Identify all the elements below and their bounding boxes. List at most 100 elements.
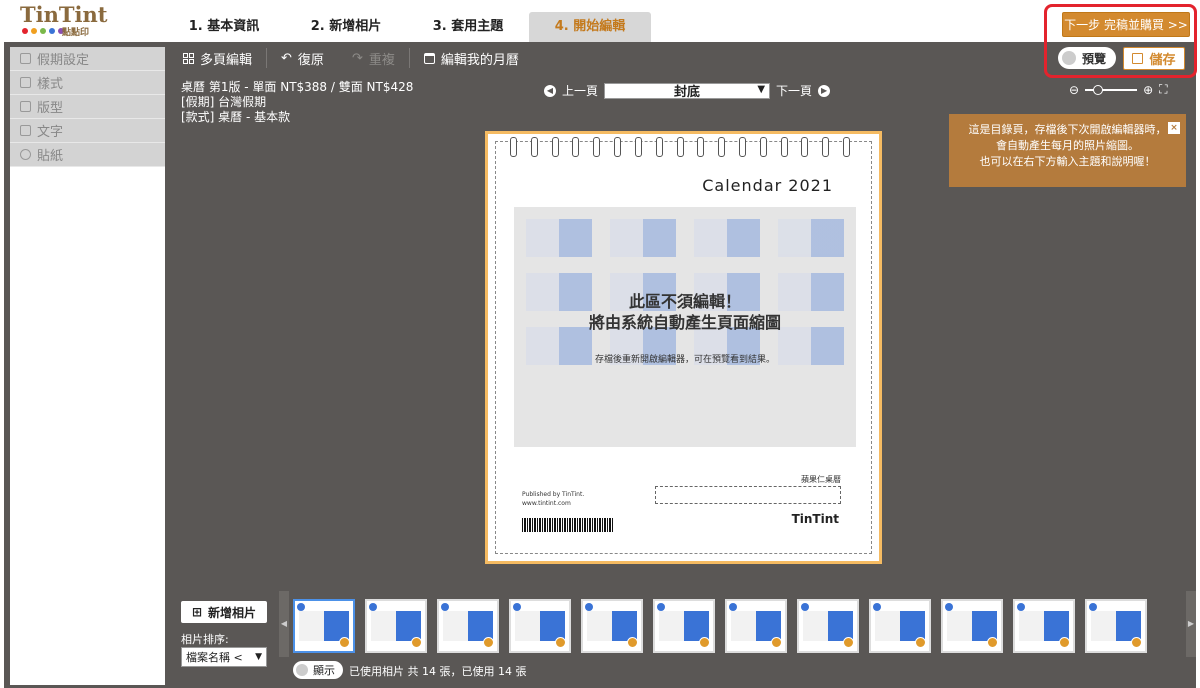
- brand-dot: [31, 28, 37, 34]
- owner-text-box[interactable]: [655, 486, 841, 504]
- step-tab-basic-info[interactable]: 1. 基本資訊: [163, 12, 285, 42]
- hint-tooltip: 這是目錄頁，存檔後下次開啟編輯器時， 會自動產生每月的照片縮圖。 也可以在右下方…: [949, 114, 1186, 187]
- next-page-icon[interactable]: ▶: [818, 84, 831, 97]
- calendar-page-canvas[interactable]: Calendar 2021 此區不須編輯！ 將由系統自動產生頁面縮圖 存檔後重新…: [485, 131, 882, 564]
- zoom-slider[interactable]: [1085, 84, 1138, 95]
- no-edit-notice: 此區不須編輯！ 將由系統自動產生頁面縮圖: [514, 291, 856, 333]
- sidebar-item-layout[interactable]: 版型: [10, 95, 165, 119]
- photo-thumbnail[interactable]: [869, 599, 931, 653]
- sidebar-item-stickers[interactable]: 貼紙: [10, 143, 165, 167]
- sidebar-item-text[interactable]: 文字: [10, 119, 165, 143]
- sort-select[interactable]: 檔案名稱 < ▼: [181, 647, 267, 667]
- check-icon: [555, 637, 566, 648]
- top-bar: TinTint 點點印 1. 基本資訊 2. 新增相片 3. 套用主題 4. 開…: [0, 0, 1200, 42]
- redo-label: 重複: [368, 52, 395, 68]
- add-photo-button[interactable]: ⊞ 新增相片: [181, 601, 267, 623]
- zoom-out-icon[interactable]: ⊖: [1069, 83, 1079, 97]
- prev-page-icon[interactable]: ◀: [544, 84, 556, 97]
- undo-icon: ↶: [281, 50, 292, 66]
- photo-strip: [293, 599, 1163, 653]
- sidebar: 假期設定 樣式 版型 文字 貼紙: [10, 47, 165, 685]
- show-used-toggle[interactable]: 顯示: [293, 661, 343, 679]
- sort-select-value: 檔案名稱 <: [186, 651, 243, 664]
- check-icon: [483, 637, 494, 648]
- page-select[interactable]: 封底 ▼: [604, 82, 771, 100]
- photo-thumbnail[interactable]: [581, 599, 643, 653]
- sidebar-item-holiday-settings[interactable]: 假期設定: [10, 47, 165, 71]
- holiday-info-line: [假期] 台灣假期: [181, 95, 267, 109]
- scroll-left-button[interactable]: ◀: [279, 591, 289, 657]
- toggle-knob: [296, 664, 308, 676]
- check-icon: [987, 637, 998, 648]
- sidebar-item-label: 版型: [37, 101, 64, 116]
- photo-tray: ⊞ 新增相片 相片排序: 檔案名稱 < ▼ ◀ ▶ 顯示 已使用相片 共 14 …: [169, 591, 1196, 688]
- brand-logo[interactable]: TinTint 點點印: [20, 2, 110, 39]
- edit-my-calendar-label: 編輯我的月曆: [440, 52, 519, 68]
- tooltip-line: 這是目錄頁，存檔後下次開啟編輯器時，: [968, 123, 1167, 136]
- close-icon[interactable]: ×: [1168, 122, 1180, 134]
- sort-label: 相片排序:: [181, 633, 229, 646]
- editor-toolbar: 多頁編輯 ↶ 復原 ↷ 重複 編輯我的月曆 預覽 儲存: [169, 42, 1196, 74]
- no-edit-notice-line2: 將由系統自動產生頁面縮圖: [588, 313, 781, 332]
- step-tab-start-editing[interactable]: 4. 開始編輯: [529, 12, 651, 42]
- page-select-value: 封底: [674, 85, 701, 100]
- publisher-info: Published by TinTint. www.tintint.com: [522, 490, 584, 508]
- photo-thumbnail[interactable]: [941, 599, 1003, 653]
- binding-rings: [510, 137, 850, 157]
- brand-name: TinTint: [20, 2, 108, 27]
- style-icon: [20, 77, 31, 88]
- calendar-icon: [20, 53, 31, 64]
- scroll-right-button[interactable]: ▶: [1186, 591, 1196, 657]
- product-info: 桌曆 第1版 - 單面 NT$388 / 雙面 NT$428 [假期] 台灣假期…: [181, 80, 413, 125]
- chevron-down-icon: ▼: [255, 652, 262, 662]
- calendar-icon: [423, 52, 435, 64]
- zoom-in-icon[interactable]: ⊕: [1143, 83, 1153, 97]
- edit-my-calendar-button[interactable]: 編輯我的月曆: [410, 42, 533, 74]
- add-photo-label: 新增相片: [208, 605, 257, 620]
- sidebar-item-style[interactable]: 樣式: [10, 71, 165, 95]
- no-edit-subnote: 存檔後重新開啟編輯器，可在預覽看到結果。: [594, 355, 775, 365]
- sidebar-item-label: 貼紙: [37, 149, 64, 164]
- no-edit-notice-line1: 此區不須編輯！: [628, 292, 741, 311]
- show-toggle-label: 顯示: [313, 664, 335, 677]
- multi-page-edit-button[interactable]: 多頁編輯: [169, 42, 266, 74]
- brand-dot: [40, 28, 46, 34]
- check-icon: [1131, 637, 1142, 648]
- grid-icon: [183, 52, 194, 64]
- prev-page-link[interactable]: 上一頁: [562, 82, 598, 99]
- zoom-slider-thumb[interactable]: [1093, 84, 1104, 95]
- product-info-line: 桌曆 第1版 - 單面 NT$388 / 雙面 NT$428: [181, 80, 414, 94]
- step-tab-apply-theme[interactable]: 3. 套用主題: [407, 12, 529, 42]
- step-tab-add-photos[interactable]: 2. 新增相片: [285, 12, 407, 42]
- undo-button[interactable]: ↶ 復原: [267, 42, 338, 74]
- photo-thumbnail[interactable]: [365, 599, 427, 653]
- multi-page-edit-label: 多頁編輯: [200, 52, 253, 68]
- tooltip-line: 會自動產生每月的照片縮圖。: [996, 139, 1139, 152]
- barcode-image: [522, 518, 614, 532]
- layout-icon: [20, 101, 31, 112]
- tintint-logo: TinTint: [791, 512, 839, 526]
- photo-thumbnail[interactable]: [725, 599, 787, 653]
- photo-thumbnail[interactable]: [1085, 599, 1147, 653]
- brand-dot: [22, 28, 28, 34]
- photo-thumbnail[interactable]: [797, 599, 859, 653]
- sidebar-item-label: 假期設定: [37, 53, 90, 68]
- photo-thumbnail[interactable]: [653, 599, 715, 653]
- photo-thumbnail[interactable]: [509, 599, 571, 653]
- check-icon: [843, 637, 854, 648]
- next-page-link[interactable]: 下一頁: [776, 82, 812, 99]
- fit-screen-icon[interactable]: ⛶: [1159, 82, 1167, 97]
- calendar-title: Calendar 2021: [702, 176, 833, 195]
- sidebar-item-label: 樣式: [37, 77, 64, 92]
- photo-thumbnail[interactable]: [1013, 599, 1075, 653]
- redo-icon: ↷: [351, 50, 363, 66]
- check-icon: [915, 637, 926, 648]
- photo-thumbnail[interactable]: [293, 599, 355, 653]
- text-icon: [20, 125, 31, 136]
- check-icon: [627, 637, 638, 648]
- brand-dots: [22, 28, 64, 34]
- redo-button[interactable]: ↷ 重複: [338, 42, 409, 74]
- photo-thumbnail[interactable]: [437, 599, 499, 653]
- sticker-icon: [20, 149, 31, 160]
- style-info-line: [款式] 桌曆 - 基本款: [181, 110, 291, 124]
